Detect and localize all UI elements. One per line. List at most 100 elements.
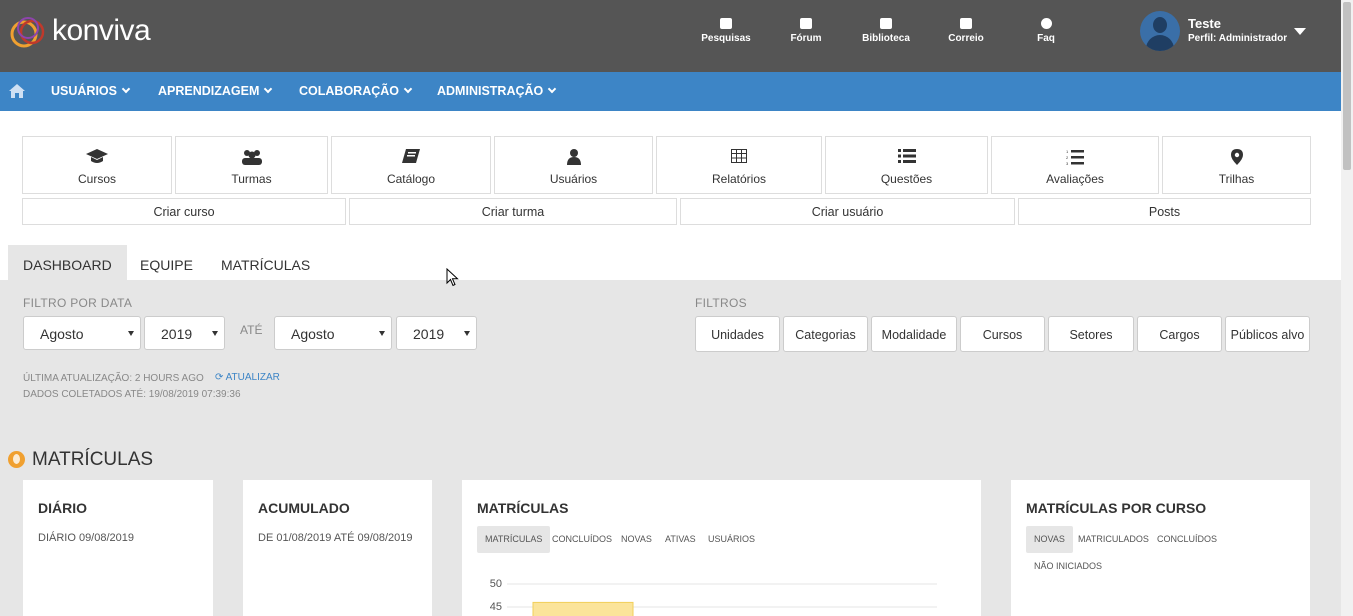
- create-course-button[interactable]: Criar curso: [22, 198, 346, 225]
- konviva-logo[interactable]: konviva: [8, 12, 168, 52]
- mouse-cursor-icon: [446, 268, 459, 287]
- y-tick-50: 50: [490, 578, 502, 590]
- main-nav: USUÁRIOS APRENDIZAGEM COLABORAÇÃO ADMINI…: [0, 72, 1341, 111]
- nav-aprendizagem-label: APRENDIZAGEM: [158, 84, 260, 98]
- y-tick-45: 45: [490, 601, 502, 613]
- select-arrow-icon: [379, 331, 385, 336]
- nav-forum[interactable]: Fórum: [776, 18, 836, 44]
- nav-usuarios[interactable]: USUÁRIOS: [51, 84, 131, 98]
- refresh-link[interactable]: ⟳ ATUALIZAR: [215, 372, 280, 383]
- graduation-cap-icon: [86, 149, 108, 169]
- nav-pesquisas-label: Pesquisas: [701, 33, 751, 44]
- create-user-button[interactable]: Criar usuário: [680, 198, 1015, 225]
- filter-cursos-button[interactable]: Cursos: [960, 316, 1045, 352]
- nav-aprendizagem[interactable]: APRENDIZAGEM: [158, 84, 273, 98]
- filter-unidades-button[interactable]: Unidades: [695, 316, 780, 352]
- nav-colaboracao[interactable]: COLABORAÇÃO: [299, 84, 413, 98]
- filters-label: FILTROS: [695, 296, 747, 310]
- pill-novas[interactable]: NOVAS: [613, 526, 660, 553]
- search-doc-icon: [720, 18, 732, 29]
- envelope-icon: [960, 18, 972, 29]
- from-year-select[interactable]: 2019: [144, 316, 225, 350]
- shortcut-label: Catálogo: [386, 172, 436, 186]
- nav-forum-label: Fórum: [790, 33, 822, 44]
- shortcut-turmas[interactable]: Turmas: [175, 136, 328, 194]
- filter-categorias-button[interactable]: Categorias: [783, 316, 868, 352]
- filter-setores-button[interactable]: Setores: [1048, 316, 1134, 352]
- shortcut-cursos[interactable]: Cursos: [22, 136, 172, 194]
- nav-pesquisas[interactable]: Pesquisas: [696, 18, 756, 44]
- home-icon[interactable]: [9, 84, 25, 98]
- chevron-down-icon: [403, 84, 413, 94]
- to-month-select[interactable]: Agosto: [274, 316, 392, 350]
- table-icon: [731, 149, 747, 167]
- nav-correio[interactable]: Correio: [936, 18, 996, 44]
- tab-matriculas[interactable]: MATRÍCULAS: [206, 245, 325, 280]
- enrollments-card: MATRÍCULAS MATRÍCULAS CONCLUÍDOS NOVAS A…: [462, 480, 981, 616]
- pill-matriculas[interactable]: MATRÍCULAS: [477, 526, 551, 553]
- pill-ativas[interactable]: ATIVAS: [657, 526, 704, 553]
- create-class-button[interactable]: Criar turma: [349, 198, 677, 225]
- nav-faq[interactable]: Faq: [1016, 18, 1076, 44]
- enrollments-chart: 50 45: [490, 578, 937, 616]
- chevron-down-icon: [548, 84, 557, 94]
- select-arrow-icon: [464, 331, 470, 336]
- shortcut-label: Relatórios: [711, 172, 767, 186]
- shortcut-trilhas[interactable]: Trilhas: [1162, 136, 1311, 194]
- pill-novas[interactable]: NOVAS: [1026, 526, 1073, 553]
- chevron-down-icon: [264, 84, 273, 94]
- enrollments-card-title: MATRÍCULAS: [477, 500, 569, 516]
- to-year-select[interactable]: 2019: [396, 316, 477, 350]
- shortcut-usuarios[interactable]: Usuários: [494, 136, 653, 194]
- tab-dashboard[interactable]: DASHBOARD: [8, 245, 127, 280]
- nav-administracao-label: ADMINISTRAÇÃO: [437, 84, 544, 98]
- nav-biblioteca[interactable]: Biblioteca: [856, 18, 916, 44]
- pill-usuarios[interactable]: USUÁRIOS: [700, 526, 763, 553]
- pill-nao-iniciados[interactable]: NÃO INICIADOS: [1026, 553, 1110, 580]
- top-header: konviva Pesquisas Fórum Biblioteca Corre…: [0, 0, 1341, 72]
- shortcut-catalogo[interactable]: Catálogo: [331, 136, 491, 194]
- filter-cargos-button[interactable]: Cargos: [1137, 316, 1222, 352]
- shortcut-label: Avaliações: [1046, 172, 1104, 186]
- filter-modalidade-button[interactable]: Modalidade: [871, 316, 957, 352]
- from-month-select[interactable]: Agosto: [23, 316, 141, 350]
- shortcut-relatorios[interactable]: Relatórios: [656, 136, 822, 194]
- user-profile: Perfil: Administrador: [1188, 33, 1288, 44]
- list-icon: [897, 149, 916, 167]
- daily-card: DIÁRIO DIÁRIO 09/08/2019: [23, 480, 213, 616]
- avatar[interactable]: [1140, 11, 1180, 51]
- user-menu-caret-icon[interactable]: [1294, 28, 1306, 35]
- date-filter-label: FILTRO POR DATA: [23, 296, 133, 310]
- last-update-text: ÚLTIMA ATUALIZAÇÃO: 2 HOURS AGO: [23, 373, 204, 384]
- to-year-value: 2019: [413, 326, 445, 342]
- map-marker-icon: [1230, 149, 1243, 169]
- svg-text:2: 2: [1066, 155, 1069, 160]
- from-month-value: Agosto: [40, 326, 84, 342]
- cumulative-card-subtitle: DE 01/08/2019 ATÉ 09/08/2019: [258, 532, 413, 544]
- globe-icon: [8, 451, 25, 468]
- pill-matriculados[interactable]: MATRICULADOS: [1070, 526, 1157, 553]
- chart-bar[interactable]: [532, 601, 634, 616]
- shortcut-questoes[interactable]: Questões: [825, 136, 988, 194]
- svg-text:1: 1: [1066, 149, 1069, 154]
- section-title: MATRÍCULAS: [32, 449, 154, 470]
- to-month-value: Agosto: [291, 326, 335, 342]
- shortcut-avaliacoes[interactable]: 123 Avaliações: [991, 136, 1159, 194]
- shortcut-label: Questões: [880, 172, 933, 186]
- daily-card-title: DIÁRIO: [38, 500, 87, 516]
- logo-text: konviva: [52, 14, 151, 47]
- cumulative-card-title: ACUMULADO: [258, 500, 350, 516]
- user-icon: [566, 149, 581, 169]
- refresh-icon: ⟳: [215, 372, 224, 383]
- tab-equipe[interactable]: EQUIPE: [125, 245, 208, 280]
- cumulative-card: ACUMULADO DE 01/08/2019 ATÉ 09/08/2019: [243, 480, 432, 616]
- scrollbar-thumb[interactable]: [1343, 2, 1351, 170]
- user-name: Teste: [1188, 16, 1221, 31]
- book-icon: [402, 149, 420, 169]
- nav-administracao[interactable]: ADMINISTRAÇÃO: [437, 84, 557, 98]
- posts-button[interactable]: Posts: [1018, 198, 1311, 225]
- pill-concluidos[interactable]: CONCLUÍDOS: [1149, 526, 1225, 553]
- nav-faq-label: Faq: [1037, 33, 1055, 44]
- pill-concluidos[interactable]: CONCLUÍDOS: [544, 526, 620, 553]
- filter-publicos-alvo-button[interactable]: Públicos alvo: [1225, 316, 1310, 352]
